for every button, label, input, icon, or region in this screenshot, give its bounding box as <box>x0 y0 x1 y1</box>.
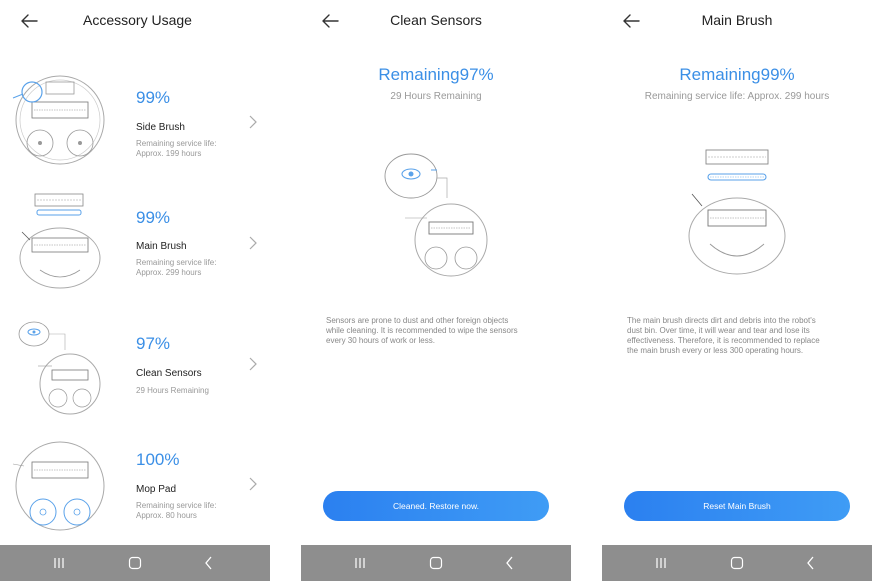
system-navigation-bar <box>602 545 872 581</box>
description-line3: every 30 hours of work or less. <box>326 336 435 345</box>
side-brush-note-line2: Approx. 199 hours <box>136 149 202 158</box>
main-brush-illustration <box>19 193 101 289</box>
main-brush-illustration <box>688 149 786 275</box>
recent-apps-icon[interactable] <box>652 554 670 572</box>
description-line2: dust bin. Over time, it will wear and te… <box>627 326 810 335</box>
system-back-icon[interactable] <box>802 554 820 572</box>
chevron-right-icon <box>249 236 257 250</box>
mop-pad-illustration <box>12 441 105 531</box>
home-icon[interactable] <box>126 554 144 572</box>
accessory-item-mop-pad[interactable]: 100% Mop Pad Remaining service life: App… <box>0 434 270 544</box>
mop-pad-note-line1: Remaining service life: <box>136 501 217 510</box>
chevron-right-icon <box>249 357 257 371</box>
home-icon[interactable] <box>427 554 445 572</box>
reset-main-brush-button[interactable]: Reset Main Brush <box>624 491 850 521</box>
system-navigation-bar <box>0 545 270 581</box>
remaining-service-life: Remaining service life: Approx. 299 hour… <box>644 91 830 102</box>
mop-pad-percent: 100% <box>136 450 180 469</box>
accessory-item-main-brush[interactable]: 99% Main Brush Remaining service life: A… <box>0 188 270 298</box>
clean-sensors-screen: Clean Sensors Remaining97% 29 Hours Rema… <box>301 0 571 581</box>
accessory-usage-screen: Accessory Usage 99% Side Brush Remaining… <box>0 0 270 581</box>
description-line1: Sensors are prone to dust and other fore… <box>326 316 509 325</box>
mop-pad-note-line2: Approx. 80 hours <box>136 511 197 520</box>
side-brush-name: Side Brush <box>136 122 185 133</box>
clean-sensors-name: Clean Sensors <box>136 368 202 379</box>
sensors-illustration <box>384 153 488 277</box>
remaining-percent: Remaining97% <box>378 65 494 84</box>
main-brush-percent: 99% <box>136 208 171 227</box>
chevron-right-icon <box>249 477 257 491</box>
chevron-right-icon <box>249 115 257 129</box>
system-back-icon[interactable] <box>501 554 519 572</box>
description-line4: the main brush every or less 300 operati… <box>627 346 804 355</box>
main-brush-note-line1: Remaining service life: <box>136 258 217 267</box>
side-brush-note-line1: Remaining service life: <box>136 139 217 148</box>
home-icon[interactable] <box>728 554 746 572</box>
sensors-illustration <box>18 321 101 415</box>
recent-apps-icon[interactable] <box>351 554 369 572</box>
clean-sensors-percent: 97% <box>136 334 171 353</box>
restore-button[interactable]: Cleaned. Restore now. <box>323 491 549 521</box>
page-title: Accessory Usage <box>83 12 192 28</box>
side-brush-percent: 99% <box>136 88 171 107</box>
main-brush-note-line2: Approx. 299 hours <box>136 268 202 277</box>
page-title: Clean Sensors <box>390 12 482 28</box>
back-arrow-icon[interactable] <box>18 10 40 32</box>
system-back-icon[interactable] <box>200 554 218 572</box>
system-navigation-bar <box>301 545 571 581</box>
main-brush-name: Main Brush <box>136 241 187 252</box>
clean-sensors-note: 29 Hours Remaining <box>136 386 209 395</box>
description-line2: while cleaning. It is recommended to wip… <box>326 326 518 335</box>
accessory-item-clean-sensors[interactable]: 97% Clean Sensors 29 Hours Remaining <box>0 314 270 424</box>
main-brush-screen: Main Brush Remaining99% Remaining servic… <box>602 0 872 581</box>
remaining-percent: Remaining99% <box>679 65 795 84</box>
mop-pad-name: Mop Pad <box>136 484 177 495</box>
description-line3: effectiveness. Therefore, it is recommen… <box>627 336 820 345</box>
description-line1: The main brush directs dirt and debris i… <box>627 316 816 325</box>
recent-apps-icon[interactable] <box>50 554 68 572</box>
side-brush-illustration <box>12 75 105 165</box>
page-title: Main Brush <box>701 12 773 28</box>
accessory-item-side-brush[interactable]: 99% Side Brush Remaining service life: A… <box>0 70 270 180</box>
remaining-hours: 29 Hours Remaining <box>390 91 482 102</box>
